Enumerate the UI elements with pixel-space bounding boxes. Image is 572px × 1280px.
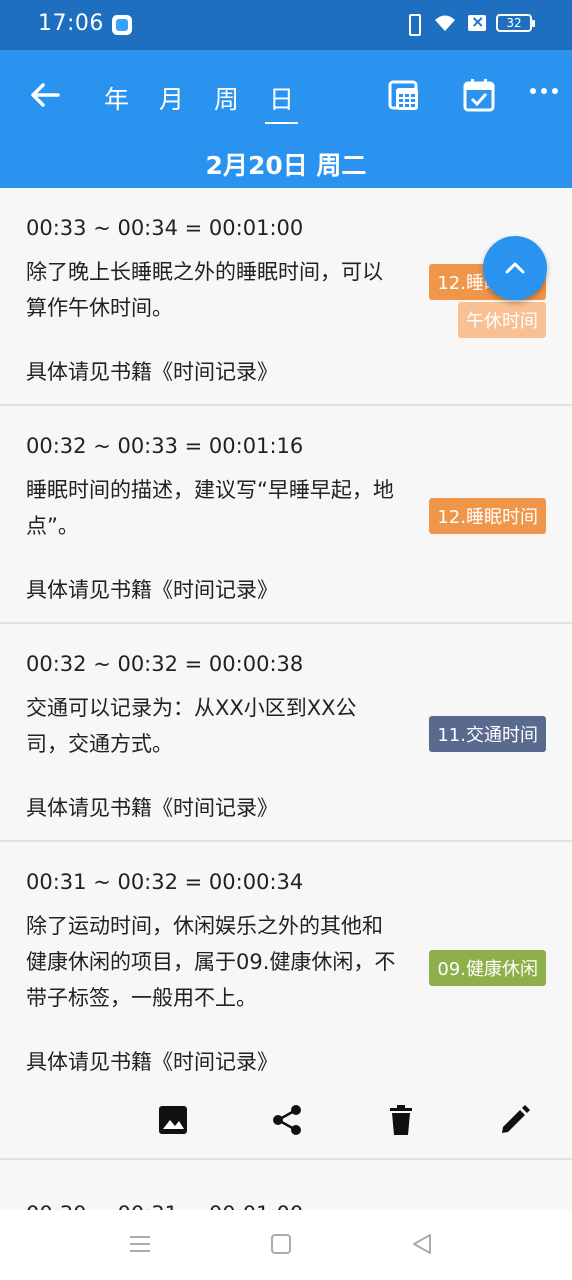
calendar-check-icon[interactable]	[463, 78, 497, 114]
back-icon[interactable]	[410, 1232, 434, 1260]
entry-time-range: 00:32 ~ 00:32 = 00:00:38	[26, 652, 304, 676]
delete-icon[interactable]	[384, 1103, 418, 1137]
view-tabs: 年 月 周 日	[100, 80, 299, 124]
entry-description: 交通可以记录为：从XX小区到XX公司，交通方式。	[26, 696, 357, 756]
category-tag[interactable]: 11.交通时间	[429, 716, 546, 752]
entry-time-range: 00:31 ~ 00:32 = 00:00:34	[26, 870, 304, 894]
entry-reference: 具体请见书籍《时间记录》	[26, 578, 278, 602]
calendar-grid-icon[interactable]	[388, 78, 422, 114]
app-notification-icon	[112, 15, 132, 35]
entry-item[interactable]: 00:32 ~ 00:33 = 00:01:16 睡眠时间的描述，建议写“早睡早…	[0, 406, 572, 624]
image-icon[interactable]	[156, 1103, 190, 1137]
wifi-icon	[432, 13, 458, 33]
battery-icon: 32	[496, 14, 535, 32]
entry-item[interactable]: 00:33 ~ 00:34 = 00:01:00 除了晚上长睡眠之外的睡眠时间，…	[0, 188, 572, 406]
entry-actions	[26, 1082, 546, 1158]
category-tag[interactable]: 12.睡眠时间	[429, 498, 546, 534]
status-bar: 17:06 32	[0, 0, 572, 50]
status-time: 17:06	[38, 11, 104, 36]
app-toolbar: 年 月 周 日	[0, 50, 572, 140]
tab-month[interactable]: 月	[155, 80, 188, 124]
subcategory-tag[interactable]: 午休时间	[458, 302, 546, 338]
status-indicators: 32	[404, 12, 535, 36]
entry-item-partial[interactable]: 00:30 ~ 00:31 = 00:01:00	[0, 1178, 572, 1210]
entry-time-range: 00:32 ~ 00:33 = 00:01:16	[26, 434, 304, 458]
tab-day[interactable]: 日	[265, 80, 299, 124]
tab-week[interactable]: 周	[210, 80, 243, 124]
edit-icon[interactable]	[498, 1103, 532, 1137]
date-header: 2月20日 周二	[0, 140, 572, 188]
system-navigation-bar	[0, 1210, 572, 1280]
category-tag[interactable]: 09.健康休闲	[429, 950, 546, 986]
entry-item-selected[interactable]: 00:31 ~ 00:32 = 00:00:34 除了运动时间，休闲娱乐之外的其…	[0, 842, 572, 1160]
entry-reference: 具体请见书籍《时间记录》	[26, 1050, 278, 1074]
entry-time-range: 00:30 ~ 00:31 = 00:01:00	[26, 1202, 303, 1210]
entry-description: 除了晚上长睡眠之外的睡眠时间，可以算作午休时间。	[26, 260, 383, 320]
vibrate-icon	[404, 12, 422, 36]
entry-reference: 具体请见书籍《时间记录》	[26, 796, 278, 820]
menu-icon[interactable]	[128, 1232, 152, 1260]
entry-item[interactable]: 00:32 ~ 00:32 = 00:00:38 交通可以记录为：从XX小区到X…	[0, 624, 572, 842]
more-options-icon[interactable]	[530, 88, 558, 94]
entry-description: 睡眠时间的描述，建议写“早睡早起，地点”。	[26, 478, 394, 538]
entry-list: 00:33 ~ 00:34 = 00:01:00 除了晚上长睡眠之外的睡眠时间，…	[0, 188, 572, 1160]
back-arrow-icon[interactable]	[28, 78, 62, 112]
no-sim-icon	[468, 12, 486, 31]
share-icon[interactable]	[270, 1103, 304, 1137]
tab-year[interactable]: 年	[100, 80, 133, 124]
entry-time-range: 00:33 ~ 00:34 = 00:01:00	[26, 216, 304, 240]
entry-reference: 具体请见书籍《时间记录》	[26, 360, 278, 384]
scroll-to-top-button[interactable]	[483, 236, 547, 300]
entry-description: 除了运动时间，休闲娱乐之外的其他和健康休闲的项目，属于09.健康休闲，不带子标签…	[26, 914, 396, 1010]
home-icon[interactable]	[270, 1232, 292, 1260]
